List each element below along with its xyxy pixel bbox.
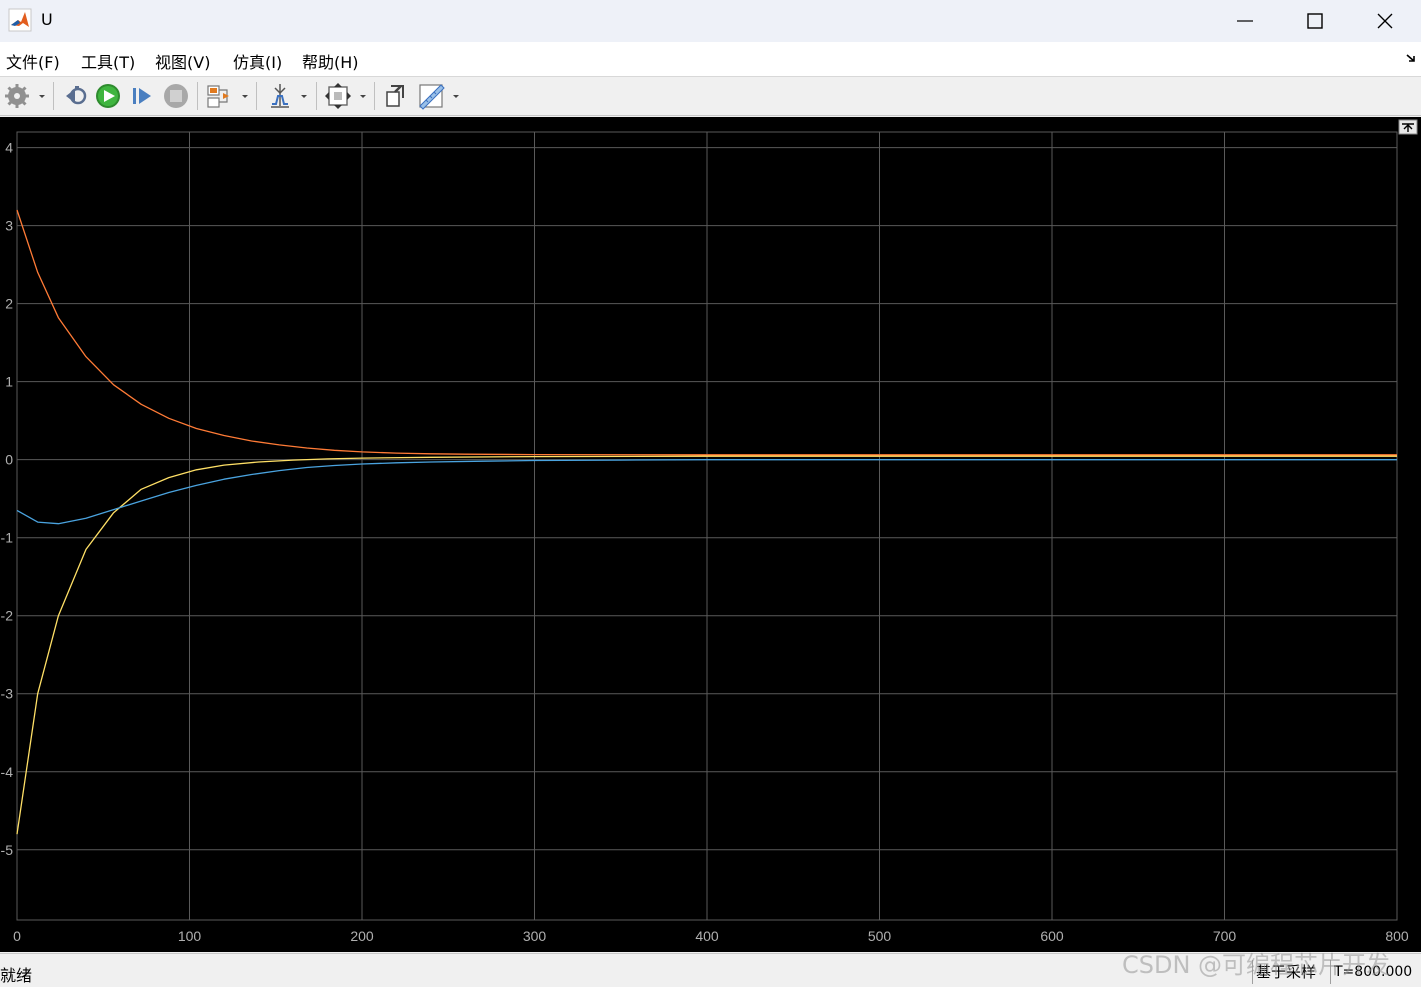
chevron-down-icon[interactable] (358, 91, 368, 101)
chevron-down-icon[interactable] (451, 91, 461, 101)
x-tick-label: 600 (1040, 928, 1064, 944)
menu-simulation[interactable]: 仿真(I) (233, 49, 282, 73)
dock-arrow-icon[interactable] (1405, 52, 1417, 64)
matlab-logo-icon (8, 8, 32, 32)
toolbar-divider (374, 82, 375, 110)
toolbar-divider (53, 82, 54, 110)
scope-display[interactable]: -5 -4 -3 -2 -1 0 1 2 3 4 0 100 200 300 400 500 600 700 80… (0, 117, 1421, 952)
y-tick-label: -4 (1, 764, 14, 780)
menu-view[interactable]: 视图(V) (155, 49, 210, 73)
x-tick-label: 100 (178, 928, 202, 944)
maximize-button[interactable] (1280, 0, 1350, 42)
status-text: 就绪 (0, 966, 33, 985)
y-tick-label: 0 (5, 452, 13, 468)
grid-lines (16, 131, 1398, 921)
close-button[interactable] (1350, 0, 1420, 42)
x-tick-label: 200 (350, 928, 374, 944)
highlight-block-icon[interactable] (205, 82, 233, 110)
x-tick-labels: 0 100 200 300 400 500 600 700 800 (13, 928, 1409, 944)
toolbar-divider (256, 82, 257, 110)
x-tick-label: 700 (1213, 928, 1237, 944)
line-chart[interactable]: -5 -4 -3 -2 -1 0 1 2 3 4 0 100 200 300 400 500 600 700 80… (0, 117, 1421, 952)
y-tick-label: -1 (1, 530, 14, 546)
toolbar-divider (316, 82, 317, 110)
run-icon[interactable] (94, 82, 122, 110)
title-bar: U (0, 0, 1421, 42)
minimize-icon (1237, 20, 1253, 22)
window-title: U (41, 10, 53, 29)
toolbar (0, 77, 1421, 116)
restore-layout-icon[interactable] (381, 82, 409, 110)
menu-bar: 文件(F) 工具(T) 视图(V) 仿真(I) 帮助(H) (0, 42, 1421, 77)
x-tick-label: 500 (868, 928, 892, 944)
menu-help[interactable]: 帮助(H) (302, 49, 359, 73)
x-tick-label: 800 (1385, 928, 1409, 944)
x-tick-label: 0 (13, 928, 21, 944)
undock-button[interactable] (1398, 119, 1418, 135)
y-tick-labels: -5 -4 -3 -2 -1 0 1 2 3 4 (1, 140, 14, 858)
stop-icon[interactable] (162, 82, 190, 110)
triggers-icon[interactable] (266, 82, 294, 110)
x-tick-label: 400 (695, 928, 719, 944)
chevron-down-icon[interactable] (240, 91, 250, 101)
y-tick-label: 4 (5, 140, 13, 156)
chevron-down-icon[interactable] (299, 91, 309, 101)
maximize-icon (1307, 13, 1323, 29)
close-icon (1377, 13, 1393, 29)
cursor-measurements-icon[interactable] (417, 82, 445, 110)
chevron-down-icon[interactable] (37, 91, 47, 101)
settings-gear-icon[interactable] (4, 82, 32, 110)
menu-tools[interactable]: 工具(T) (81, 49, 135, 73)
menu-file[interactable]: 文件(F) (6, 49, 60, 73)
y-tick-label: -2 (1, 608, 14, 624)
step-forward-icon[interactable] (128, 82, 156, 110)
minimize-button[interactable] (1210, 0, 1280, 42)
y-tick-label: 3 (5, 218, 13, 234)
watermark: CSDN @可编程芯片开发 (1122, 951, 1391, 979)
y-tick-label: 1 (5, 374, 13, 390)
y-tick-label: -5 (1, 842, 14, 858)
step-back-icon[interactable] (61, 82, 89, 110)
autoscale-icon[interactable] (324, 82, 352, 110)
y-tick-label: 2 (5, 296, 13, 312)
toolbar-divider (197, 82, 198, 110)
y-tick-label: -3 (1, 686, 14, 702)
x-tick-label: 300 (523, 928, 547, 944)
